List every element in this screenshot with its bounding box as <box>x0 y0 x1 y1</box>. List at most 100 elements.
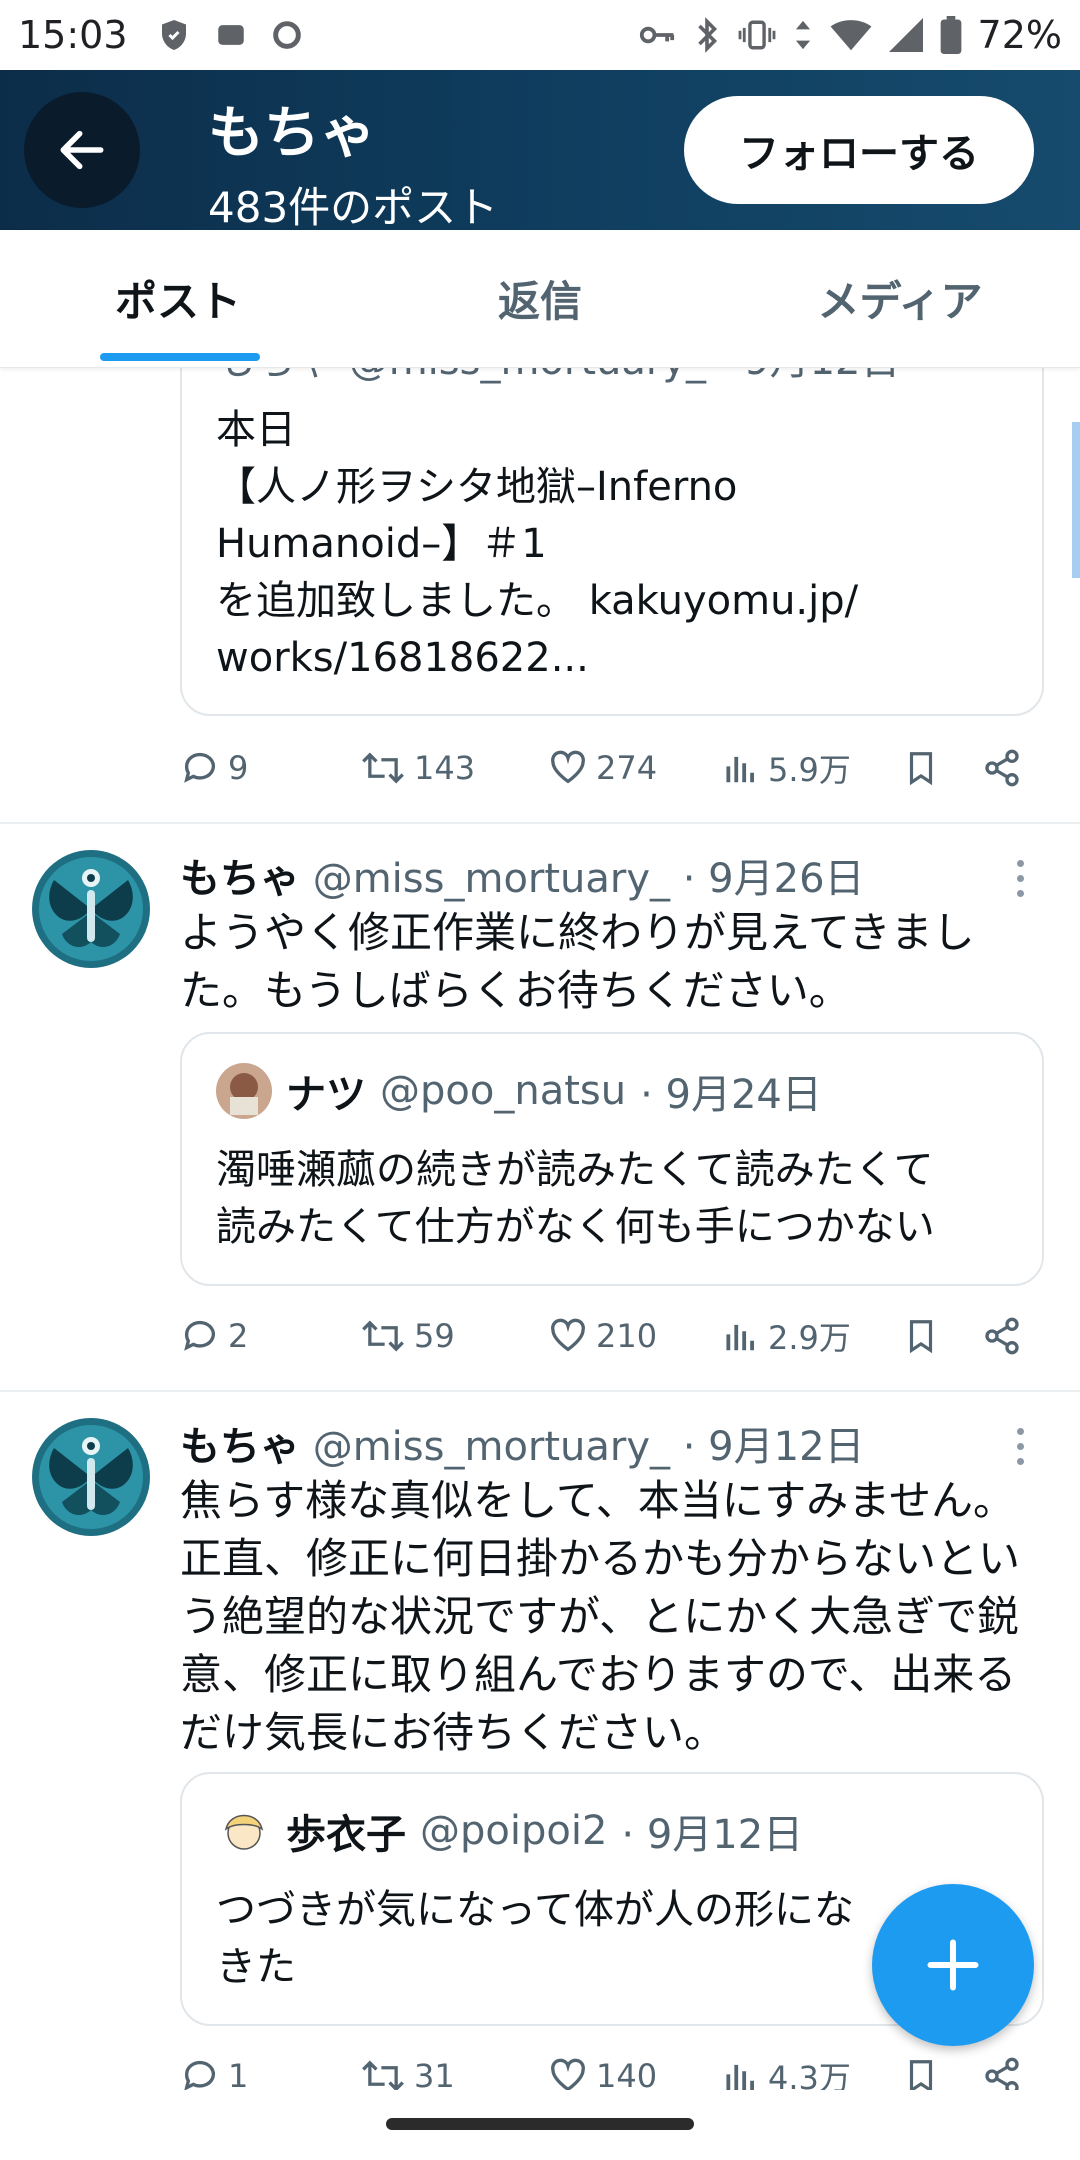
like-button[interactable]: 140 <box>548 2046 657 2090</box>
reply-icon <box>184 2060 215 2090</box>
reply-button[interactable]: 2 <box>180 1306 248 1366</box>
avatar <box>216 1803 272 1859</box>
share-button[interactable] <box>982 1306 1022 1366</box>
share-icon <box>985 749 1019 787</box>
views-button[interactable]: 5.9万 <box>722 738 851 798</box>
quoted-post-text: 濁唾瀬蓏の続きが読みたくて読みたくて 読みたくて仕方がなく何も手につかない <box>216 1147 935 1250</box>
repost-button[interactable]: 59 <box>360 1306 455 1366</box>
compose-button[interactable] <box>872 1884 1034 2046</box>
signal-icon <box>888 18 923 52</box>
active-tab-indicator <box>100 353 260 361</box>
like-count: 210 <box>596 1317 658 1355</box>
back-button[interactable] <box>24 92 140 208</box>
post-divider <box>0 1390 1080 1392</box>
reply-button[interactable]: 9 <box>180 738 248 798</box>
quoted-post-card[interactable]: ナツ @poo_natsu · 9月24日 濁唾瀬蓏の続きが読みたくて読みたくて… <box>180 1032 1044 1286</box>
reply-count: 9 <box>228 749 249 787</box>
battery-percent: 72% <box>977 13 1062 57</box>
quoted-author-handle: @poipoi2 <box>420 1808 608 1854</box>
quoted-post-header: ナツ @poo_natsu · 9月24日 <box>216 1062 822 1120</box>
post-text: ようやく修正作業に終わりが見えてきまし た。もうしばらくお待ちください。 <box>180 908 975 1015</box>
tab-posts[interactable]: ポスト <box>0 230 360 367</box>
quoted-post-card[interactable]: もちゃ @miss_mortuary_ · 9月12日 本日 【人ノ形ヲシタ地獄… <box>180 368 1044 716</box>
sim-icon <box>217 25 244 45</box>
repost-count: 59 <box>414 1317 455 1355</box>
profile-name: もちゃ <box>208 101 376 166</box>
avatar <box>216 1063 272 1119</box>
reply-icon <box>184 1320 215 1351</box>
heart-icon <box>551 2058 585 2090</box>
quoted-post-header: もちゃ @miss_mortuary_ · 9月12日 <box>216 368 901 386</box>
author-name[interactable]: もちゃ <box>180 1424 300 1470</box>
views-button[interactable]: 2.9万 <box>722 1306 851 1366</box>
like-count: 140 <box>596 2057 658 2090</box>
key-icon <box>639 26 674 44</box>
post-text: 焦らす様な真似をして、本当にすみません。 正直、修正に何日掛かるかも分からないと… <box>180 1476 1021 1757</box>
bluetooth-icon <box>697 17 717 53</box>
like-count: 274 <box>596 749 658 787</box>
tab-label: 返信 <box>497 277 582 326</box>
bookmark-icon <box>909 752 933 786</box>
bookmark-button[interactable] <box>902 738 940 798</box>
quoted-post-header: 歩衣子 @poipoi2 · 9月12日 <box>216 1802 803 1860</box>
repost-count: 31 <box>414 2057 455 2090</box>
share-button[interactable] <box>982 738 1022 798</box>
plus-icon <box>927 1939 979 1991</box>
repost-button[interactable]: 31 <box>360 2046 455 2090</box>
heart-icon <box>551 750 585 784</box>
avatar[interactable] <box>32 850 150 968</box>
bookmark-icon <box>909 2060 933 2090</box>
timeline[interactable]: もちゃ @miss_mortuary_ · 9月12日 本日 【人ノ形ヲシタ地獄… <box>0 368 1080 2090</box>
post-actions: 9 143 274 5.9万 <box>180 738 1030 798</box>
repost-icon <box>362 752 404 784</box>
repost-count: 143 <box>414 749 476 787</box>
post-date[interactable]: · 9月26日 <box>683 856 865 902</box>
profile-header: もちゃ 483件のポスト フォローする <box>0 70 1080 232</box>
author-handle[interactable]: @miss_mortuary_ <box>313 1424 670 1470</box>
reply-button[interactable]: 1 <box>180 2046 248 2090</box>
views-button[interactable]: 4.3万 <box>722 2046 851 2090</box>
post-divider <box>0 822 1080 824</box>
avatar[interactable] <box>32 1418 150 1536</box>
scroll-indicator[interactable] <box>1072 422 1080 578</box>
heart-icon <box>551 1318 585 1352</box>
reply-count: 2 <box>228 1317 249 1355</box>
like-button[interactable]: 274 <box>548 738 657 798</box>
repost-icon <box>362 2060 404 2090</box>
post-count: 483件のポスト <box>208 183 499 232</box>
like-button[interactable]: 210 <box>548 1306 657 1366</box>
post-header: もちゃ @miss_mortuary_ · 9月26日 <box>180 846 865 904</box>
tab-label: メディア <box>817 277 983 326</box>
quoted-post-date: · 9月24日 <box>640 1072 822 1118</box>
quoted-author-name: ナツ <box>286 1072 366 1118</box>
more-options-icon[interactable] <box>1010 860 1030 897</box>
profile-tabs: ポスト 返信 メディア <box>0 230 1080 368</box>
share-button[interactable] <box>982 2046 1022 2090</box>
quoted-author-handle: @poo_natsu <box>380 1068 627 1114</box>
quoted-post-date: · 9月12日 <box>621 1812 804 1858</box>
quoted-post-text: つづきが気になって体が人の形にな きた <box>216 1887 854 1990</box>
moth-avatar-icon <box>32 850 150 968</box>
post-header: もちゃ @miss_mortuary_ · 9月12日 <box>180 1414 865 1472</box>
home-gesture-handle[interactable] <box>386 2118 694 2130</box>
author-handle[interactable]: @miss_mortuary_ <box>313 856 670 902</box>
post-date[interactable]: · 9月12日 <box>683 1424 865 1470</box>
author-name[interactable]: もちゃ <box>180 856 300 902</box>
bookmark-button[interactable] <box>902 1306 940 1366</box>
reply-count: 1 <box>228 2057 249 2090</box>
tab-replies[interactable]: 返信 <box>360 230 720 367</box>
follow-button[interactable]: フォローする <box>684 96 1034 204</box>
repost-button[interactable]: 143 <box>360 738 475 798</box>
share-icon <box>985 1317 1019 1355</box>
data-arrows-icon <box>795 20 810 50</box>
more-options-icon[interactable] <box>1010 1428 1030 1465</box>
views-count: 2.9万 <box>768 1319 851 1357</box>
bookmark-button[interactable] <box>902 2046 940 2090</box>
quoted-post-text: 本日 【人ノ形ヲシタ地獄–Inferno Humanoid–】＃1 を追加致しま… <box>216 407 859 681</box>
views-count: 5.9万 <box>768 751 851 789</box>
post-actions: 1 31 140 4.3万 <box>180 2046 1030 2090</box>
wifi-icon <box>830 20 871 51</box>
circle-icon <box>272 21 301 49</box>
tab-media[interactable]: メディア <box>720 230 1080 367</box>
views-icon <box>726 2064 754 2090</box>
